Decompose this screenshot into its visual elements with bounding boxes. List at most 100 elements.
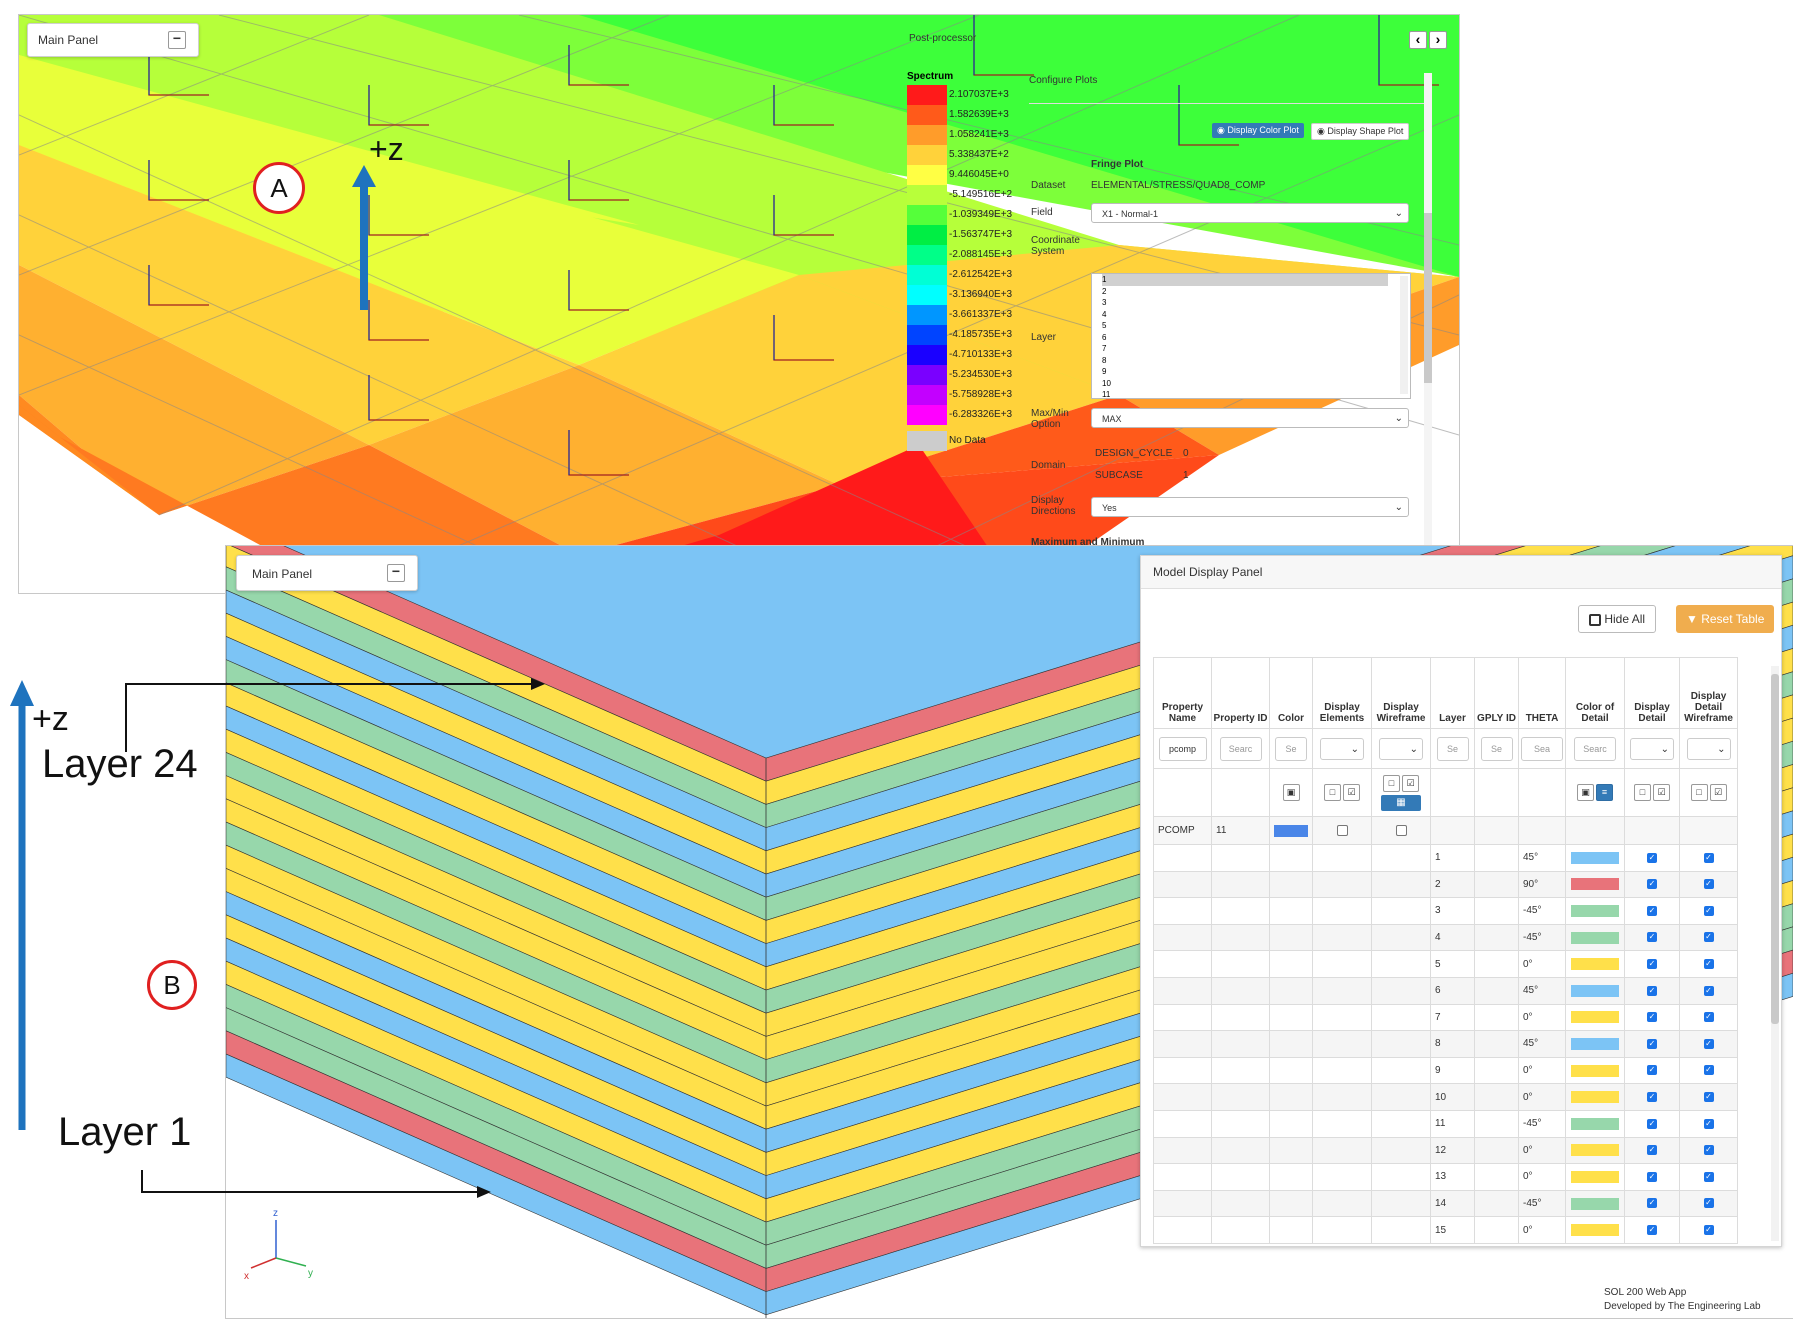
detail-color-swatch[interactable] [1571,931,1619,944]
column-filter-input[interactable]: Sea [1521,736,1563,761]
table-row[interactable]: 7 0° ✓ ✓ [1153,1003,1738,1032]
check-all-icon[interactable]: ☑ [1343,784,1360,801]
detail-color-swatch[interactable] [1571,1091,1619,1104]
layer-option[interactable]: 7 [1102,343,1410,355]
table-row[interactable]: 15 0° ✓ ✓ [1153,1216,1738,1244]
checked-checkbox[interactable]: ✓ [1703,959,1714,970]
list-icon[interactable]: ≡ [1596,784,1613,801]
checked-checkbox[interactable]: ✓ [1703,1065,1714,1076]
detail-color-swatch[interactable] [1571,1170,1619,1183]
layer-option[interactable]: 2 [1102,286,1410,298]
table-row-pcomp[interactable]: PCOMP 11 [1153,816,1738,845]
layer-option[interactable]: 9 [1102,366,1410,378]
column-header[interactable]: Display Elements [1312,657,1372,729]
checked-checkbox[interactable]: ✓ [1703,985,1714,996]
column-header[interactable]: Layer [1430,657,1475,729]
column-header[interactable]: Property ID [1211,657,1270,729]
detail-color-swatch[interactable] [1571,904,1619,917]
checked-checkbox[interactable]: ✓ [1703,1012,1714,1023]
column-filter-input[interactable]: Searc [1219,736,1262,761]
table-row[interactable]: 14 -45° ✓ ✓ [1153,1189,1738,1218]
table-row[interactable]: 8 45° ✓ ✓ [1153,1030,1738,1058]
column-header[interactable]: Display Detail Wireframe [1679,657,1738,729]
checked-checkbox[interactable]: ✓ [1703,1224,1714,1235]
column-filter-input[interactable]: Se [1275,736,1307,761]
checked-checkbox[interactable]: ✓ [1647,852,1657,863]
display-checkbox[interactable] [1395,824,1407,836]
layer-option[interactable]: 4 [1102,309,1410,321]
checked-checkbox[interactable]: ✓ [1703,852,1714,863]
column-header[interactable]: Color [1269,657,1313,729]
check-all-icon[interactable]: ☑ [1653,784,1670,801]
table-row[interactable]: 3 -45° ✓ ✓ [1153,897,1738,925]
column-filter-input[interactable]: Searc [1574,736,1616,761]
detail-color-swatch[interactable] [1571,984,1619,997]
layer-option[interactable]: 10 [1102,378,1410,390]
checked-checkbox[interactable]: ✓ [1647,985,1657,996]
uncheck-all-icon[interactable]: □ [1383,774,1400,792]
checked-checkbox[interactable]: ✓ [1703,1171,1714,1182]
table-row[interactable]: 5 0° ✓ ✓ [1153,950,1738,978]
filter-dropdown[interactable]: ⌄ [1320,737,1364,760]
column-header[interactable]: GPLY ID [1474,657,1519,729]
checked-checkbox[interactable]: ✓ [1703,1118,1714,1129]
display-shape-plot-button[interactable]: ◉ Display Shape Plot [1311,123,1410,140]
checked-checkbox[interactable]: ✓ [1703,1145,1714,1156]
column-header[interactable]: Display Detail [1624,657,1680,729]
uncheck-all-icon[interactable]: □ [1324,784,1341,801]
collapse-panel-button[interactable]: − [168,31,186,49]
uncheck-all-icon[interactable]: □ [1634,784,1651,801]
table-scrollbar[interactable] [1771,666,1779,1241]
checked-checkbox[interactable]: ✓ [1703,905,1714,916]
checked-checkbox[interactable]: ✓ [1703,879,1714,890]
checked-checkbox[interactable]: ✓ [1647,879,1657,890]
table-row[interactable]: 9 0° ✓ ✓ [1153,1056,1738,1085]
display-color-plot-button[interactable]: ◉ Display Color Plot [1212,123,1304,138]
checked-checkbox[interactable]: ✓ [1647,959,1657,970]
checked-checkbox[interactable]: ✓ [1703,1198,1714,1209]
checked-checkbox[interactable]: ✓ [1647,1224,1657,1235]
table-row[interactable]: 6 45° ✓ ✓ [1153,976,1738,1005]
layer-option[interactable]: 6 [1102,332,1410,344]
checked-checkbox[interactable]: ✓ [1647,1171,1657,1182]
detail-color-swatch[interactable] [1571,851,1619,864]
hide-all-button[interactable]: Hide All [1578,605,1657,633]
prev-icon[interactable]: ‹ [1409,31,1427,49]
table-row[interactable]: 10 0° ✓ ✓ [1153,1083,1738,1111]
detail-color-swatch[interactable] [1571,1144,1619,1157]
reset-table-button[interactable]: ▼ Reset Table [1676,605,1775,633]
color-swatch[interactable] [1274,824,1308,837]
layer-option[interactable]: 3 [1102,297,1410,309]
filter-dropdown[interactable]: ⌄ [1630,737,1674,760]
table-row[interactable]: 13 0° ✓ ✓ [1153,1163,1738,1191]
image-icon[interactable]: ▣ [1282,784,1300,801]
property-name-filter-input[interactable]: pcomp [1158,736,1207,761]
image-icon[interactable]: ▣ [1577,784,1594,801]
column-header[interactable]: Color of Detail [1565,657,1625,729]
detail-color-swatch[interactable] [1571,958,1619,971]
table-row[interactable]: 12 0° ✓ ✓ [1153,1136,1738,1165]
configure-plots-link[interactable]: Configure Plots [1029,75,1097,86]
next-icon[interactable]: › [1429,31,1447,49]
checked-checkbox[interactable]: ✓ [1647,1145,1657,1156]
collapse-panel-button[interactable]: − [387,564,405,582]
checked-checkbox[interactable]: ✓ [1703,932,1714,943]
table-row[interactable]: 11 -45° ✓ ✓ [1153,1109,1738,1138]
filter-dropdown[interactable]: ⌄ [1379,737,1423,760]
layer-listbox[interactable]: 1 2 3 4 5 6 7 8 9 10 11 [1091,273,1411,399]
display-checkbox[interactable] [1336,824,1348,836]
check-all-icon[interactable]: ☑ [1402,774,1419,792]
detail-color-swatch[interactable] [1571,1117,1619,1130]
checked-checkbox[interactable]: ✓ [1647,1198,1657,1209]
checked-checkbox[interactable]: ✓ [1647,1118,1657,1129]
uncheck-all-icon[interactable]: □ [1690,784,1708,801]
checked-checkbox[interactable]: ✓ [1647,1038,1657,1049]
column-filter-input[interactable]: Se [1436,736,1469,761]
column-filter-input[interactable]: Se [1480,736,1513,761]
grid-icon[interactable]: ▦ [1381,794,1421,811]
column-header[interactable]: Display Wireframe [1371,657,1431,729]
checked-checkbox[interactable]: ✓ [1647,1065,1657,1076]
layer-option[interactable]: 11 [1102,389,1410,398]
table-row[interactable]: 2 90° ✓ ✓ [1153,870,1738,899]
panel-scrollbar[interactable] [1424,73,1432,593]
